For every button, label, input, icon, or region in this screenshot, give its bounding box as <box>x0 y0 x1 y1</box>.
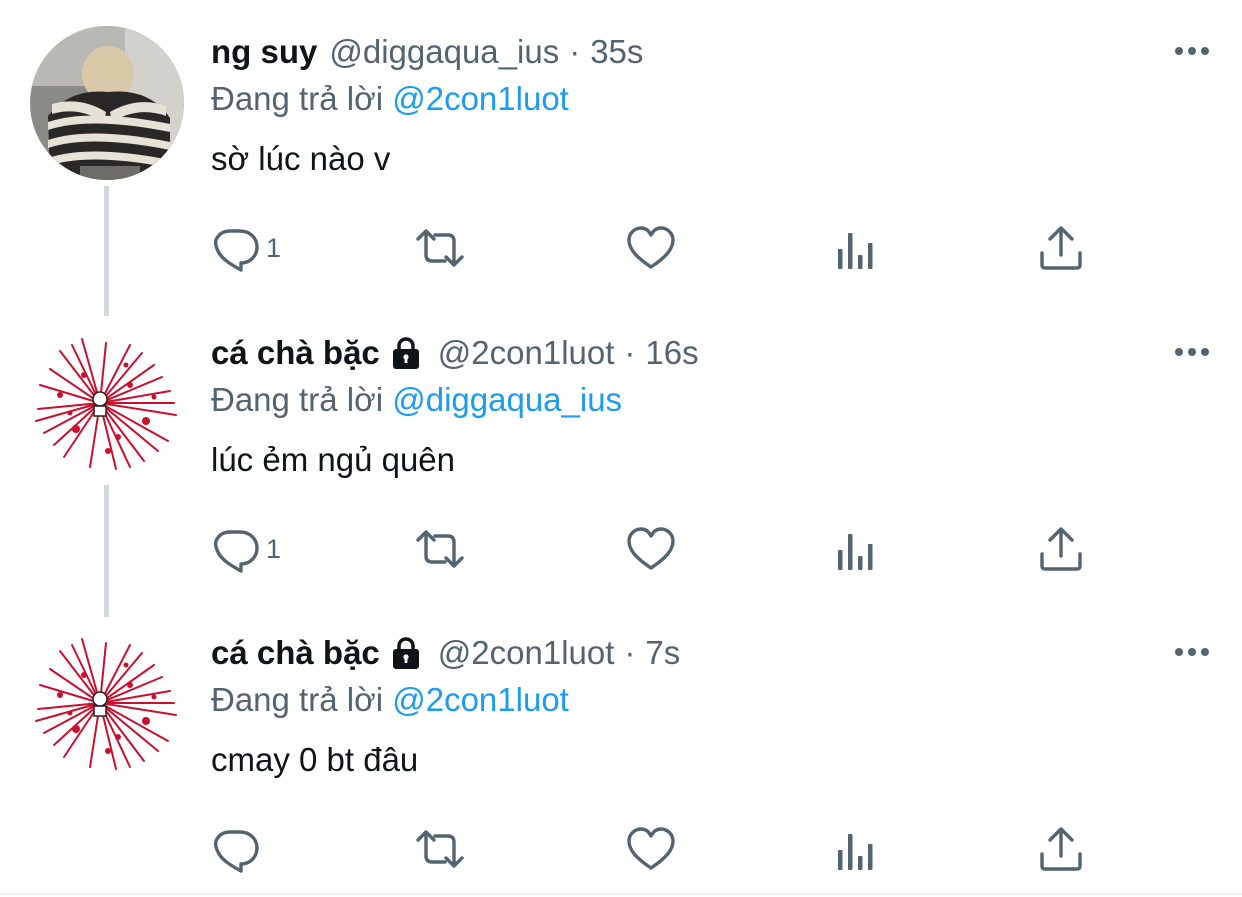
reply-count: 1 <box>266 533 282 564</box>
share-icon <box>1040 827 1082 871</box>
share-icon <box>1040 527 1082 571</box>
timestamp[interactable]: 7s <box>645 634 680 672</box>
reply-prefix: Đang trả lời <box>211 681 384 718</box>
avatar[interactable] <box>30 26 184 180</box>
timestamp[interactable]: 35s <box>590 33 643 71</box>
action-bar <box>210 821 1110 877</box>
reply-prefix: Đang trả lời <box>211 381 384 418</box>
tweet-header: cá chà bặc @2con1luot · 16s <box>211 331 699 375</box>
share-button[interactable] <box>1036 220 1086 276</box>
display-name[interactable]: cá chà bặc <box>211 334 380 372</box>
views-icon <box>838 534 873 570</box>
reply-icon <box>213 530 259 573</box>
share-icon <box>1040 226 1082 270</box>
display-name[interactable]: cá chà bặc <box>211 634 380 672</box>
lock-icon <box>392 337 419 369</box>
lock-icon <box>392 637 419 669</box>
like-button[interactable] <box>626 220 676 276</box>
reply-icon <box>213 830 259 873</box>
action-bar: 1 <box>210 521 1110 577</box>
avatar[interactable] <box>30 325 184 479</box>
like-button[interactable] <box>626 821 676 877</box>
reply-mention-link[interactable]: @2con1luot <box>392 80 569 117</box>
more-icon[interactable] <box>1172 337 1212 367</box>
tweet-thread: ng suy @diggaqua_ius · 35s Đang trả lời … <box>0 0 1242 897</box>
heart-icon <box>627 527 675 570</box>
reply-button[interactable]: 1 <box>210 521 281 577</box>
tweet-header: cá chà bặc @2con1luot · 7s <box>211 631 680 675</box>
tweet[interactable]: cá chà bặc @2con1luot · 16s Đang trả lời… <box>0 301 1242 601</box>
replying-to: Đang trả lời @diggaqua_ius <box>211 381 622 419</box>
user-handle[interactable]: @2con1luot <box>438 634 615 672</box>
retweet-button[interactable] <box>415 220 465 276</box>
heart-icon <box>627 827 675 870</box>
reply-count: 1 <box>266 232 282 263</box>
retweet-button[interactable] <box>415 521 465 577</box>
display-name[interactable]: ng suy <box>211 33 317 71</box>
reply-mention-link[interactable]: @diggaqua_ius <box>392 381 622 418</box>
tweet-text: sờ lúc nào v <box>211 140 391 177</box>
like-button[interactable] <box>626 521 676 577</box>
heart-icon <box>627 226 675 269</box>
reply-mention-link[interactable]: @2con1luot <box>392 681 569 718</box>
reply-button[interactable] <box>210 821 266 877</box>
red-burst-avatar <box>30 625 184 779</box>
retweet-button[interactable] <box>415 821 465 877</box>
tweet-text: lúc ẻm ngủ quên <box>211 441 456 478</box>
retweet-icon <box>416 530 464 568</box>
action-bar: 1 <box>210 220 1110 276</box>
tweet[interactable]: ng suy @diggaqua_ius · 35s Đang trả lời … <box>0 0 1242 300</box>
tweet-header: ng suy @diggaqua_ius · 35s <box>211 30 643 74</box>
tweet[interactable]: cá chà bặc @2con1luot · 7s Đang trả lời … <box>0 601 1242 897</box>
share-button[interactable] <box>1036 521 1086 577</box>
share-button[interactable] <box>1036 821 1086 877</box>
reply-prefix: Đang trả lời <box>211 80 384 117</box>
divider <box>0 893 1242 895</box>
timestamp[interactable]: 16s <box>645 334 698 372</box>
more-icon[interactable] <box>1172 637 1212 667</box>
avatar[interactable] <box>30 625 184 779</box>
views-icon <box>838 233 873 269</box>
views-button[interactable] <box>833 821 883 877</box>
replying-to: Đang trả lời @2con1luot <box>211 80 569 118</box>
red-burst-avatar <box>30 325 184 479</box>
more-icon[interactable] <box>1172 36 1212 66</box>
user-handle[interactable]: @2con1luot <box>438 334 615 372</box>
separator: · <box>569 33 581 70</box>
separator: · <box>624 634 636 671</box>
separator: · <box>624 334 636 371</box>
reply-button[interactable]: 1 <box>210 220 281 276</box>
tweet-text: cmay 0 bt đâu <box>211 741 419 778</box>
views-button[interactable] <box>833 220 883 276</box>
photo-striped-sweater-avatar <box>30 26 184 180</box>
reply-icon <box>213 229 259 272</box>
retweet-icon <box>416 229 464 267</box>
user-handle[interactable]: @diggaqua_ius <box>329 33 559 71</box>
replying-to: Đang trả lời @2con1luot <box>211 681 569 719</box>
views-icon <box>838 834 873 870</box>
retweet-icon <box>416 830 464 868</box>
views-button[interactable] <box>833 521 883 577</box>
